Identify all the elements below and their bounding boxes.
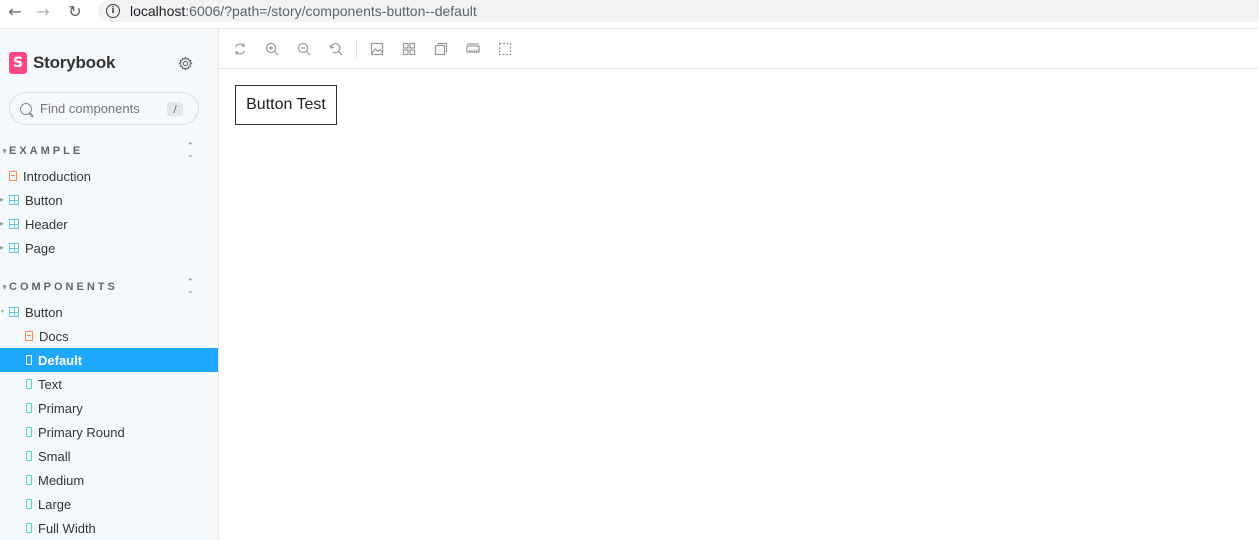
sidebar-item-text[interactable]: Text <box>0 372 218 396</box>
sidebar-item-medium[interactable]: Medium <box>0 468 218 492</box>
sidebar-item-label: Docs <box>39 328 69 344</box>
group-label: EXAMPLE <box>9 145 84 157</box>
measure-icon[interactable] <box>465 41 481 57</box>
sidebar-item-label: Medium <box>38 472 85 488</box>
address-bar[interactable]: i localhost:6006/?path=/story/components… <box>98 0 1259 22</box>
document-icon <box>25 331 33 341</box>
sidebar-item-page[interactable]: ▶ Page <box>0 236 218 260</box>
group-label: COMPONENTS <box>9 281 118 293</box>
grid-icon[interactable] <box>401 41 417 57</box>
component-icon <box>9 307 19 317</box>
viewport-icon[interactable] <box>433 41 449 57</box>
story-icon <box>26 379 32 389</box>
component-icon <box>9 195 19 205</box>
toolbar-separator <box>356 39 357 59</box>
url-host: localhost <box>130 3 186 19</box>
caret-right-icon: ▶ <box>0 221 4 227</box>
component-icon <box>9 243 19 253</box>
sidebar-item-header[interactable]: ▶ Header <box>0 212 218 236</box>
sidebar-item-example-button[interactable]: ▶ Button <box>0 188 218 212</box>
zoom-reset-icon[interactable] <box>328 41 344 57</box>
expand-collapse-icon[interactable]: ⌃ ⌄ <box>186 279 194 296</box>
story-icon <box>26 403 32 413</box>
search-box[interactable]: Find components / <box>9 92 199 125</box>
sidebar-item-label: Small <box>38 448 71 464</box>
story-icon <box>26 355 32 365</box>
sidebar-item-label: Full Width <box>38 520 96 536</box>
zoom-in-icon[interactable] <box>264 41 280 57</box>
back-button[interactable]: ← <box>0 0 30 22</box>
background-icon[interactable] <box>369 41 385 57</box>
zoom-out-icon[interactable] <box>296 41 312 57</box>
sidebar-item-primary[interactable]: Primary <box>0 396 218 420</box>
group-header-components[interactable]: ▼ COMPONENTS ⌃ ⌄ <box>0 279 210 296</box>
forward-button[interactable]: → <box>28 0 58 22</box>
caret-down-icon: ▼ <box>2 147 7 155</box>
brand-title: Storybook <box>33 53 116 72</box>
group-header-example[interactable]: ▼ EXAMPLE ⌃ ⌄ <box>0 143 210 160</box>
sidebar-item-label: Introduction <box>23 168 91 184</box>
remount-icon[interactable] <box>232 41 248 57</box>
story-icon <box>26 499 32 509</box>
expand-collapse-icon[interactable]: ⌃ ⌄ <box>186 143 194 160</box>
document-icon <box>9 171 17 181</box>
sidebar-item-label: Text <box>38 376 62 392</box>
outline-icon[interactable] <box>497 41 513 57</box>
caret-down-icon: ▼ <box>0 309 5 315</box>
sidebar-item-docs[interactable]: Docs <box>0 324 218 348</box>
caret-right-icon: ▶ <box>0 197 4 203</box>
browser-chrome: ← → ↻ i localhost:6006/?path=/story/comp… <box>0 0 1259 22</box>
sidebar-item-label: Primary Round <box>38 424 125 440</box>
component-icon <box>9 219 19 229</box>
sidebar-item-default[interactable]: Default <box>0 348 218 372</box>
sidebar-item-label: Large <box>38 496 72 512</box>
storybook-logo-icon: S <box>9 52 27 74</box>
story-icon <box>26 523 32 533</box>
url-text: localhost:6006/?path=/story/components-b… <box>130 3 477 19</box>
sidebar-item-small[interactable]: Small <box>0 444 218 468</box>
caret-right-icon: ▶ <box>0 245 4 251</box>
caret-down-icon: ▼ <box>2 283 7 291</box>
search-shortcut-badge: / <box>167 102 183 116</box>
story-icon <box>26 451 32 461</box>
story-icon <box>26 427 32 437</box>
sidebar-item-introduction[interactable]: Introduction <box>0 164 218 188</box>
url-path: :6006/?path=/story/components-button--de… <box>185 3 477 19</box>
sidebar-item-label: Default <box>38 352 83 368</box>
sidebar-item-full-width[interactable]: Full Width <box>0 516 218 540</box>
reload-button[interactable]: ↻ <box>60 0 90 22</box>
sidebar-item-label: Header <box>25 216 68 232</box>
sidebar-item-label: Button <box>25 192 63 208</box>
search-icon <box>20 102 32 115</box>
button-test[interactable]: Button Test <box>235 85 337 125</box>
sidebar-item-label: Page <box>25 240 56 256</box>
info-icon[interactable]: i <box>106 4 120 18</box>
story-canvas: Button Test <box>219 69 1259 540</box>
sidebar-item-label: Button <box>25 304 63 320</box>
storybook-brand[interactable]: S Storybook <box>9 52 115 74</box>
settings-gear-icon[interactable] <box>176 54 194 72</box>
sidebar-item-components-button[interactable]: ▼ Button <box>0 300 218 324</box>
sidebar-item-label: Primary <box>38 400 83 416</box>
sidebar-item-primary-round[interactable]: Primary Round <box>0 420 218 444</box>
search-input[interactable]: Find components <box>40 101 140 116</box>
preview-toolbar <box>219 29 1259 69</box>
story-icon <box>26 475 32 485</box>
sidebar-item-large[interactable]: Large <box>0 492 218 516</box>
